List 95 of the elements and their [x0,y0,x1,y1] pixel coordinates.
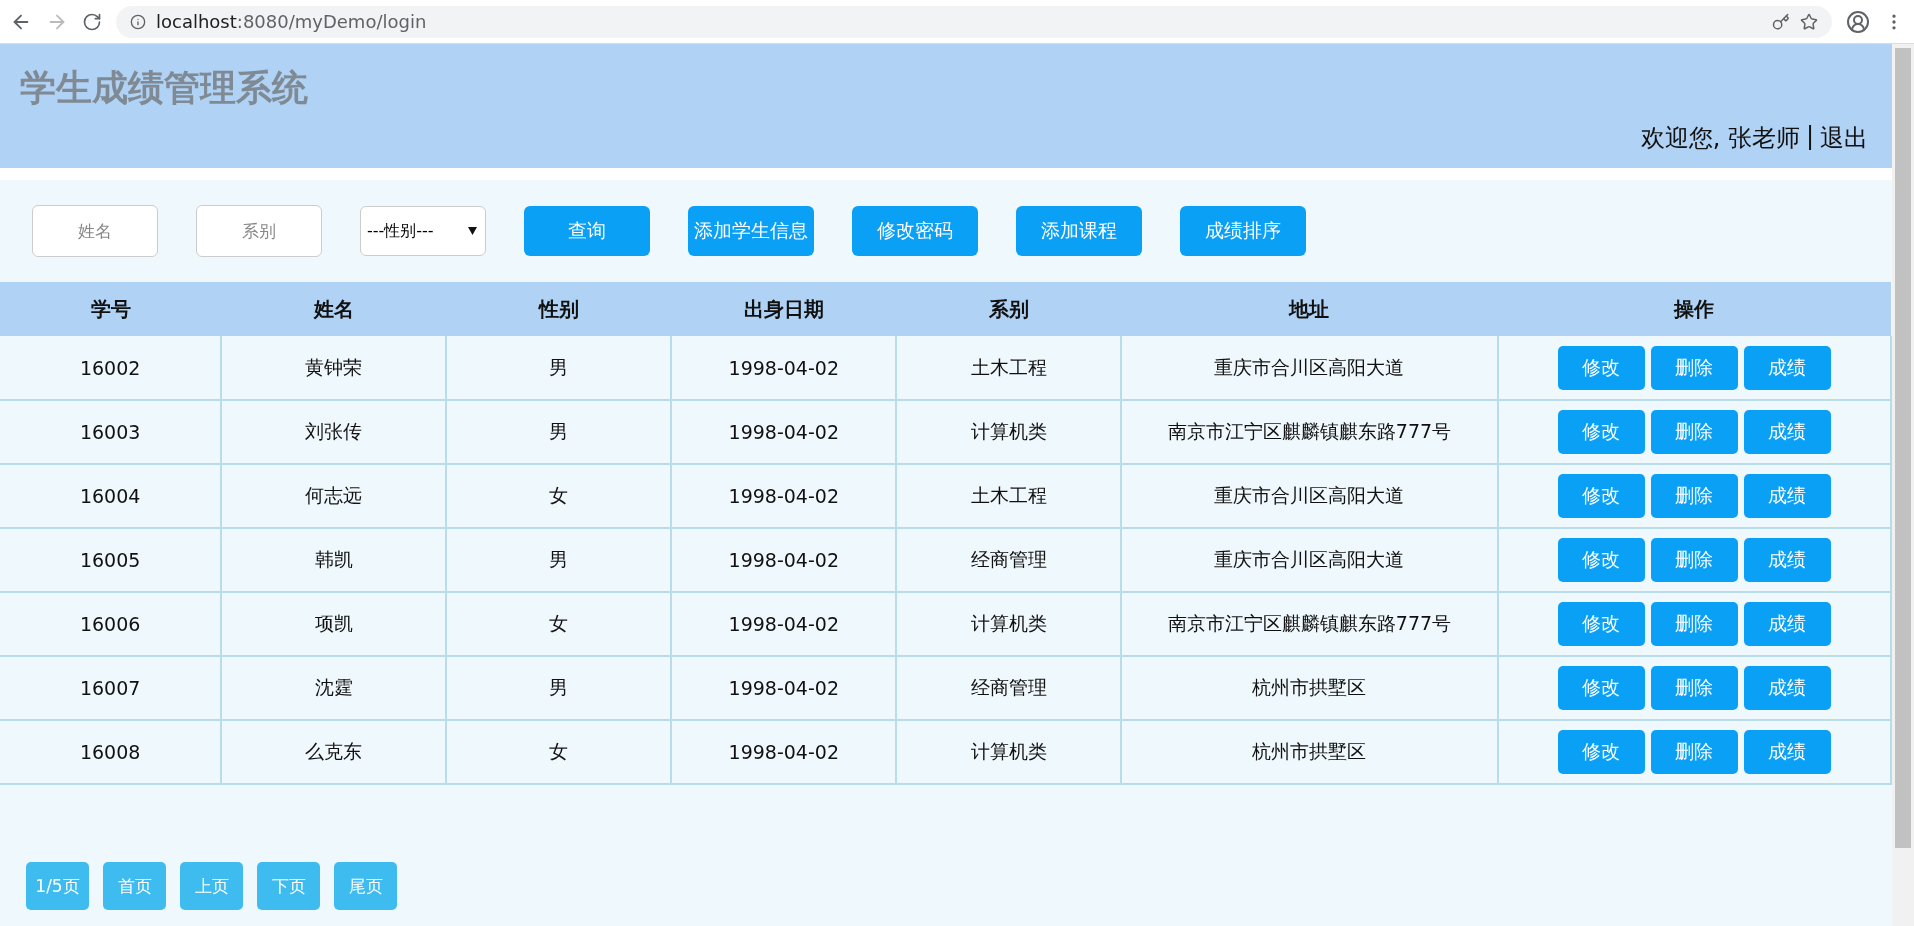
table-cell: 1998-04-02 [671,656,897,720]
row-action-button[interactable]: 删除 [1650,538,1738,582]
row-action-button[interactable]: 删除 [1650,410,1738,454]
toolbar-button[interactable]: 修改密码 [852,206,978,256]
table-cell: 16008 [0,720,222,784]
row-action-button[interactable]: 修改 [1557,410,1645,454]
toolbar-button[interactable]: 添加学生信息 [688,206,814,256]
table-cell: 1998-04-02 [671,464,897,528]
table-cell: 16004 [0,464,222,528]
table-cell: 韩凯 [221,528,447,592]
table-cell: 1998-04-02 [671,592,897,656]
table-cell: 女 [446,592,672,656]
row-action-button[interactable]: 成绩 [1743,666,1831,710]
table-cell: 刘张传 [221,400,447,464]
table-cell: 项凯 [221,592,447,656]
table-cell: 男 [446,656,672,720]
dropdown-caret-icon [468,227,477,235]
address-bar[interactable]: localhost:8080/myDemo/login [116,5,1832,38]
star-icon[interactable] [1800,12,1818,31]
table-cell: 杭州市拱墅区 [1121,720,1498,784]
table-cell: 男 [446,336,672,400]
pagination-button[interactable]: 首页 [103,862,166,910]
column-header: 出身日期 [671,282,897,336]
table-cell: 1998-04-02 [671,720,897,784]
table-cell: 土木工程 [896,336,1122,400]
table-cell: 女 [446,720,672,784]
table-cell: 16003 [0,400,222,464]
row-action-button[interactable]: 删除 [1650,666,1738,710]
table-cell: 么克东 [221,720,447,784]
row-action-button[interactable]: 修改 [1557,474,1645,518]
toolbar-button[interactable]: 查询 [524,206,650,256]
row-action-button[interactable]: 修改 [1557,345,1645,390]
pagination-button[interactable]: 上页 [180,862,243,910]
column-header: 地址 [1121,282,1498,336]
column-header: 学号 [0,282,222,336]
table-cell: 经商管理 [896,656,1122,720]
table-cell: 16005 [0,528,222,592]
pagination-button[interactable]: 下页 [257,862,320,910]
gender-select[interactable]: ---性别--- [360,206,486,256]
welcome-text: 欢迎您, 张老师 [1640,123,1800,154]
table-cell: 重庆市合川区高阳大道 [1121,528,1498,592]
row-action-button[interactable]: 修改 [1557,602,1645,646]
row-action-button[interactable]: 成绩 [1743,410,1831,454]
table-cell: 男 [446,400,672,464]
row-action-button[interactable]: 成绩 [1743,345,1831,390]
table-cell: 计算机类 [896,720,1122,784]
column-header: 操作 [1497,282,1891,336]
table-cell: 1998-04-02 [671,528,897,592]
table-cell: 计算机类 [896,592,1122,656]
separator: | [1805,122,1814,152]
table-cell: 计算机类 [896,400,1122,464]
table-cell: 经商管理 [896,528,1122,592]
table-cell: 杭州市拱墅区 [1121,656,1498,720]
profile-icon[interactable] [1846,9,1870,34]
row-action-button[interactable]: 成绩 [1743,474,1831,518]
row-action-button[interactable]: 删除 [1650,474,1738,518]
table-cell: 16002 [0,336,222,400]
table-cell: 南京市江宁区麒麟镇麒东路777号 [1121,592,1498,656]
table-cell: 沈霆 [221,656,447,720]
table-cell: 16006 [0,592,222,656]
row-action-button[interactable]: 删除 [1650,345,1738,390]
key-icon[interactable] [1772,12,1790,31]
table-cell: 男 [446,528,672,592]
table-cell: 重庆市合川区高阳大道 [1121,464,1498,528]
row-action-button[interactable]: 删除 [1650,730,1738,774]
pagination-button[interactable]: 尾页 [334,862,397,910]
pagination-button[interactable]: 1/5页 [26,862,89,910]
table-cell: 何志远 [221,464,447,528]
department-field[interactable]: 系别 [196,205,322,257]
logout-link[interactable]: 退出 [1820,122,1868,154]
table-cell: 黄钟荣 [221,336,447,400]
scrollbar[interactable] [1892,44,1914,926]
row-action-button[interactable]: 删除 [1650,602,1738,646]
row-action-button[interactable]: 修改 [1557,666,1645,710]
column-header: 系别 [896,282,1122,336]
table-cell: 1998-04-02 [671,336,897,400]
reload-icon[interactable] [82,11,102,32]
column-header: 性别 [446,282,672,336]
table-cell: 重庆市合川区高阳大道 [1121,336,1498,400]
table-cell: 土木工程 [896,464,1122,528]
toolbar-button[interactable]: 成绩排序 [1180,206,1306,256]
row-action-button[interactable]: 修改 [1557,730,1645,774]
row-action-button[interactable]: 成绩 [1743,730,1831,774]
toolbar-button[interactable]: 添加课程 [1016,206,1142,256]
name-field[interactable]: 姓名 [32,205,158,257]
column-header: 姓名 [221,282,447,336]
table-cell: 女 [446,464,672,528]
row-action-button[interactable]: 成绩 [1743,602,1831,646]
info-icon[interactable] [130,13,146,30]
table-cell: 1998-04-02 [671,400,897,464]
table-cell: 16007 [0,656,222,720]
table-cell: 南京市江宁区麒麟镇麒东路777号 [1121,400,1498,464]
row-action-button[interactable]: 成绩 [1743,538,1831,582]
row-action-button[interactable]: 修改 [1557,538,1645,582]
app-title: 学生成绩管理系统 [20,66,308,110]
